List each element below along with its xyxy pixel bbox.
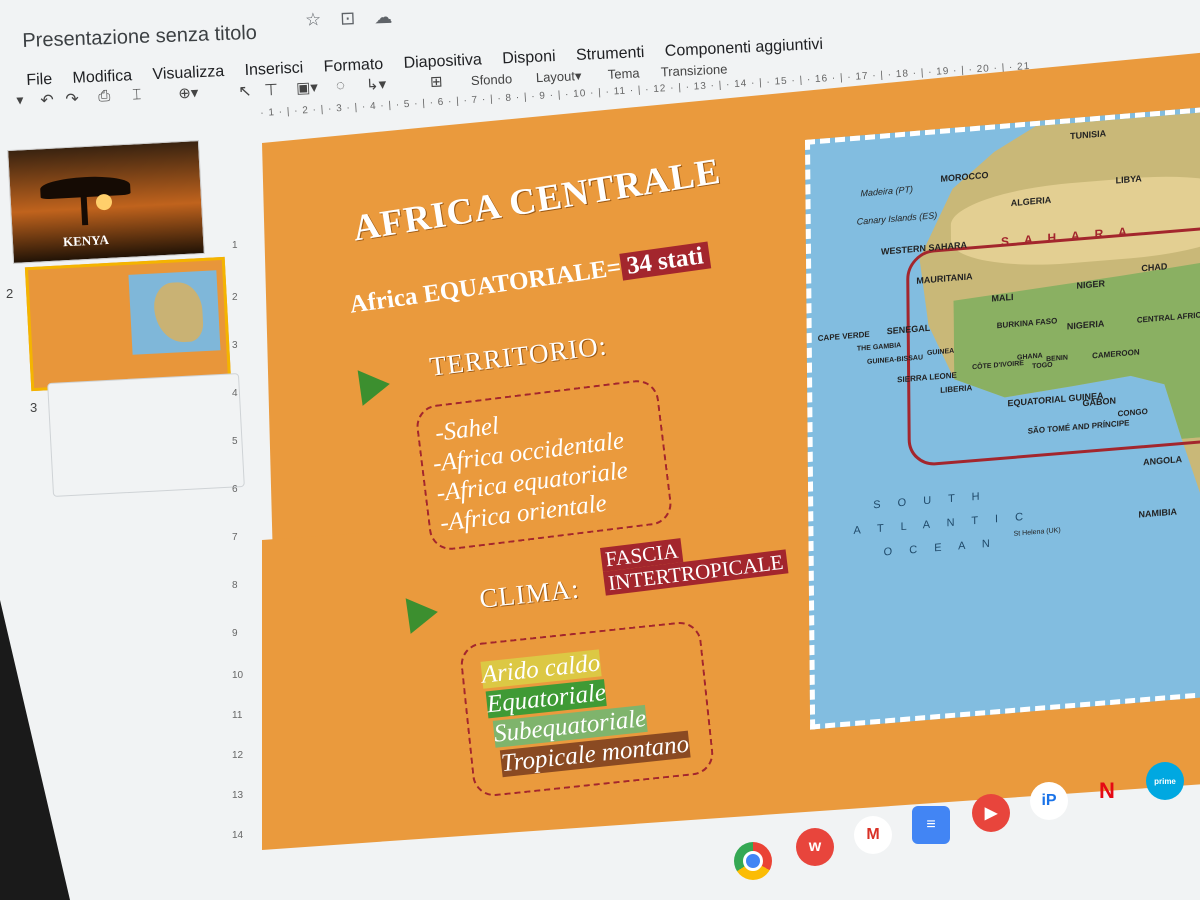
- gmail-icon[interactable]: M: [854, 816, 892, 854]
- youtube-icon[interactable]: ▶: [972, 794, 1010, 832]
- subtitle-text: Africa EQUATORIALE=: [348, 253, 623, 319]
- netflix-icon[interactable]: N: [1088, 772, 1126, 810]
- ocean-label-1: S O U T H: [873, 490, 987, 512]
- territorio-box[interactable]: -Sahel -Africa occidentale -Africa equat…: [414, 377, 674, 553]
- clima-label[interactable]: FASCIA INTERTROPICALE: [600, 526, 789, 596]
- ip-app-icon[interactable]: iP: [1030, 782, 1068, 820]
- docs-icon[interactable]: ≡: [912, 806, 950, 844]
- ocean-label-2: A T L A N T I C: [853, 510, 1031, 538]
- states-count-badge: 34 stati: [619, 241, 712, 281]
- prime-video-icon[interactable]: prime: [1146, 762, 1184, 800]
- office-icon[interactable]: w: [796, 828, 834, 866]
- os-shelf: w M ≡ ▶ iP N prime: [720, 748, 1200, 898]
- clima-box[interactable]: Arido caldo Equatoriale Subequatoriale T…: [458, 619, 716, 799]
- screen: Presentazione senza titolo ☆ ⊡ ☁ File Mo…: [0, 0, 1200, 900]
- clima-heading[interactable]: CLIMA:: [478, 573, 581, 614]
- slide-subtitle[interactable]: Africa EQUATORIALE=34 stati: [348, 241, 712, 320]
- slide-title[interactable]: AFRICA CENTRALE: [350, 150, 724, 251]
- play-arrow-icon: [357, 366, 393, 406]
- play-arrow-icon-2: [405, 594, 441, 634]
- screen-bezel: [0, 600, 70, 900]
- ocean-label-3: O C E A N: [883, 537, 997, 559]
- chrome-icon[interactable]: [734, 842, 772, 880]
- territorio-heading[interactable]: TERRITORIO:: [428, 330, 609, 383]
- africa-map-image[interactable]: Madeira (PT) MOROCCO Canary Islands (ES)…: [805, 104, 1200, 730]
